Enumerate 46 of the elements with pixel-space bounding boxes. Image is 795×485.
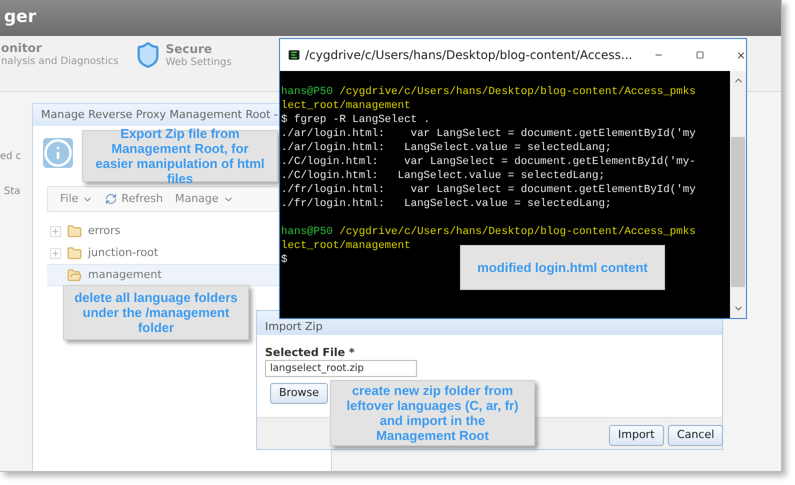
prompt-path: /cygdrive/c/Users/hans/Desktop/blog-content/Access_pmks <box>339 85 696 99</box>
maximize-icon[interactable] <box>696 49 704 61</box>
toolbar-button[interactable]: Manage <box>174 190 234 208</box>
terminal-line: $ <box>281 254 288 266</box>
field-label: Selected File * <box>265 345 355 361</box>
nav-subtitle: Web Settings <box>166 56 232 68</box>
prompt-path: lect_root/management <box>281 100 411 112</box>
annotation-note: modified login.html content <box>460 245 665 290</box>
folder-icon <box>67 268 82 282</box>
tree-row[interactable]: junction-root <box>47 242 279 264</box>
nav-subtitle: nalysis and Diagnostics <box>1 55 119 68</box>
terminal-line: ./fr/login.html: LangSelect.value = selectedLang; <box>281 198 612 210</box>
toolbar-button[interactable]: Refresh <box>105 190 163 208</box>
info-icon <box>43 138 73 168</box>
terminal-line: ./fr/login.html: var LangSelect = document.getElementById('my <box>281 184 696 196</box>
terminal-line: $ fgrep -R LangSelect . <box>281 114 430 126</box>
scrollbar[interactable] <box>730 71 746 318</box>
nav-title[interactable]: Secure <box>166 42 232 56</box>
dialog-title: Import Zip <box>265 318 323 334</box>
annotation-note: Export Zip file from Management Root, for easier manipulation of html files <box>82 130 278 182</box>
folder-icon <box>67 224 82 238</box>
annotation-note: delete all language folders under the /management folder <box>63 285 249 340</box>
terminal-title: /cygdrive/c/Users/hans/Desktop/blog-content/Access... <box>305 47 632 64</box>
tree-row[interactable]: errors <box>47 220 279 242</box>
nav-title[interactable]: onitor <box>1 41 119 55</box>
dialog-button[interactable]: Browse <box>270 383 328 404</box>
prompt-user: hans@P50 <box>281 225 333 239</box>
folder-icon <box>67 246 82 260</box>
annotation-note: create new zip folder from leftover languages (C, ar, fr) and import in the Management Root <box>330 380 535 446</box>
prompt-path: /cygdrive/c/Users/hans/Desktop/blog-content/Access_pmks <box>339 225 696 239</box>
terminal-line: ./C/login.html: LangSelect.value = selectedLang; <box>281 170 605 182</box>
prompt-path: lect_root/management <box>281 240 411 252</box>
terminal-line: ./ar/login.html: var LangSelect = document.getElementById('my <box>281 128 696 140</box>
side-text: Sta <box>4 185 20 199</box>
app-title: ger <box>4 6 36 30</box>
terminal-line: ./C/login.html: var LangSelect = document.getElementById('my- <box>281 156 696 168</box>
dialog-button[interactable]: Cancel <box>668 425 724 446</box>
prompt-user: hans@P50 <box>281 85 333 99</box>
toolbar-button[interactable]: File <box>60 190 94 208</box>
side-text: ed c <box>0 150 22 164</box>
refresh-icon <box>105 193 118 205</box>
tree-row[interactable]: management <box>47 264 279 286</box>
dialog-button[interactable]: Import <box>609 425 664 446</box>
terminal-line: ./ar/login.html: LangSelect.value = selectedLang; <box>281 142 612 154</box>
file-field[interactable]: langselect_root.zip <box>265 360 417 377</box>
dialog-title: Manage Reverse Proxy Management Root - <box>41 106 278 123</box>
